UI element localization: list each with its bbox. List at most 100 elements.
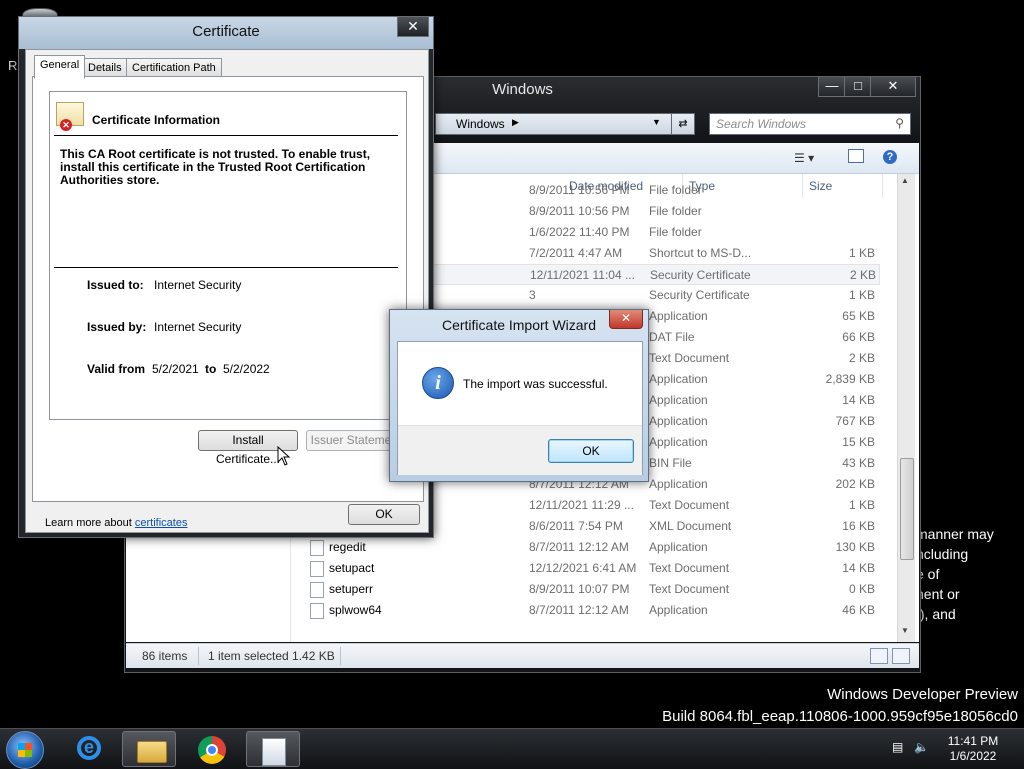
- folder-icon: [137, 741, 167, 763]
- file-size: [769, 222, 875, 243]
- internet-explorer-icon: e: [77, 736, 101, 760]
- wizard-body: i The import was successful. OK: [397, 341, 643, 475]
- breadcrumb-arrow-icon[interactable]: ▶: [512, 117, 519, 128]
- file-date: 8/7/2011 12:12 AM: [529, 603, 629, 617]
- file-size: 1 KB: [848, 288, 875, 302]
- issued-by-value: Internet Security: [154, 320, 242, 334]
- file-type: Application: [649, 477, 708, 491]
- minimize-button[interactable]: —: [818, 77, 846, 97]
- certificates-link[interactable]: certificates: [135, 517, 188, 529]
- file-type: Shortcut to MS-D...: [649, 246, 752, 260]
- file-type: Application: [649, 372, 708, 386]
- file-date: 8/9/2011 10:07 PM: [529, 582, 630, 596]
- file-type: File folder: [649, 183, 702, 197]
- close-button[interactable]: ✕: [870, 77, 916, 97]
- tab-certification-path[interactable]: Certification Path: [126, 58, 222, 78]
- cert-ok-button[interactable]: OK: [348, 504, 420, 525]
- file-type: Application: [649, 309, 708, 323]
- maximize-button[interactable]: □: [844, 77, 872, 97]
- chrome-center-icon: [206, 744, 218, 756]
- taskbar-internet-explorer[interactable]: e: [62, 731, 116, 767]
- scroll-thumb[interactable]: [900, 458, 914, 560]
- valid-to-label: to: [205, 362, 217, 376]
- wizard-ok-button[interactable]: OK: [548, 439, 634, 463]
- file-size: 16 KB: [842, 519, 875, 533]
- file-size: 202 KB: [835, 477, 875, 491]
- certificate-title: Certificate: [192, 23, 260, 40]
- trust-warning: This CA Root certificate is not trusted.…: [60, 147, 371, 187]
- file-size: [769, 180, 875, 201]
- file-size: 2 KB: [848, 351, 875, 365]
- file-date: 12/11/2021 11:04 ...: [530, 268, 635, 282]
- file-row[interactable]: setuperr 8/9/2011 10:07 PM Text Document 0 …: [290, 579, 880, 600]
- file-date: 1/6/2022 11:40 PM: [529, 225, 630, 239]
- network-icon[interactable]: ▤: [892, 740, 903, 754]
- file-icon: [310, 561, 324, 577]
- file-size: 14 KB: [842, 393, 875, 407]
- file-type: Application: [649, 603, 708, 617]
- file-icon: [310, 582, 324, 598]
- tab-details[interactable]: Details: [82, 58, 128, 78]
- refresh-button[interactable]: ⇄: [671, 113, 695, 135]
- view-options-icon[interactable]: ☰ ▾: [794, 151, 814, 165]
- file-type: Text Document: [649, 582, 730, 596]
- file-size: 2 KB: [849, 268, 876, 282]
- general-tab-panel: ✕ Certificate Information This CA Root c…: [32, 76, 424, 529]
- tab-general[interactable]: General: [34, 55, 86, 79]
- file-size: 767 KB: [835, 414, 875, 428]
- desktop-background-text: manner may ncluding e of nent or f), and: [916, 526, 994, 622]
- taskbar-certificate[interactable]: [246, 731, 300, 767]
- info-icon: i: [422, 367, 454, 399]
- file-date: 12/11/2021 11:29 ...: [529, 498, 634, 512]
- file-type: Text Document: [649, 351, 730, 365]
- file-size: 65 KB: [842, 309, 875, 323]
- import-wizard-dialog: Certificate Import Wizard ✕ i The import…: [389, 309, 649, 482]
- address-dropdown-icon[interactable]: ▼: [652, 117, 661, 127]
- file-type: Application: [649, 540, 708, 554]
- address-bar[interactable]: Windows ▶ ▼: [435, 113, 695, 135]
- document-icon: [262, 738, 286, 766]
- file-size: 1 KB: [848, 498, 875, 512]
- wizard-message: The import was successful.: [463, 377, 608, 391]
- certificate-close-button[interactable]: ✕: [397, 17, 429, 37]
- file-name: regedit: [329, 540, 366, 554]
- file-size: 14 KB: [842, 561, 875, 575]
- search-icon[interactable]: ⚲: [895, 116, 904, 130]
- chrome-icon: [198, 736, 226, 764]
- file-size: 46 KB: [842, 603, 875, 617]
- preview-pane-icon[interactable]: [848, 149, 864, 163]
- file-size: 15 KB: [842, 435, 875, 449]
- taskbar-explorer[interactable]: [122, 731, 176, 767]
- watermark-line-2: Build 8064.fbl_eeap.110806-1000.959cf95e…: [662, 708, 1018, 725]
- certificate-info-box: ✕ Certificate Information This CA Root c…: [49, 91, 407, 420]
- clock[interactable]: 11:41 PM 1/6/2022: [940, 734, 1006, 764]
- large-icons-view-icon[interactable]: [892, 648, 910, 664]
- file-date: 3: [529, 288, 536, 302]
- taskbar-chrome[interactable]: [184, 731, 238, 767]
- file-size: 43 KB: [842, 456, 875, 470]
- start-button[interactable]: [6, 731, 44, 769]
- file-type: File folder: [649, 225, 702, 239]
- issued-to-value: Internet Security: [154, 278, 242, 292]
- status-bar: 86 items 1 item selected 1.42 KB: [126, 643, 919, 668]
- volume-icon[interactable]: 🔈: [914, 740, 929, 754]
- file-row[interactable]: setupact 12/12/2021 6:41 AM Text Document 1…: [290, 558, 880, 579]
- help-icon[interactable]: ?: [883, 150, 897, 164]
- scroll-down-icon[interactable]: ▼: [901, 626, 909, 635]
- file-row[interactable]: regedit 8/7/2011 12:12 AM Application 130 K…: [290, 537, 880, 558]
- search-placeholder: Search Windows: [716, 117, 806, 131]
- search-input[interactable]: Search Windows ⚲: [709, 113, 911, 135]
- file-row[interactable]: splwow64 8/7/2011 12:12 AM Application 46 K…: [290, 600, 880, 621]
- file-type: DAT File: [649, 330, 695, 344]
- file-type: Application: [649, 435, 708, 449]
- vertical-scrollbar[interactable]: ▲ ▼: [897, 174, 915, 642]
- issued-by-label: Issued by:: [87, 320, 147, 334]
- divider: [54, 135, 398, 136]
- wizard-close-button[interactable]: ✕: [609, 310, 643, 329]
- details-view-icon[interactable]: [870, 648, 888, 664]
- file-icon: [310, 603, 324, 619]
- scroll-up-icon[interactable]: ▲: [901, 176, 909, 185]
- status-divider: [340, 647, 341, 665]
- file-icon: [310, 540, 324, 556]
- file-type: File folder: [649, 204, 702, 218]
